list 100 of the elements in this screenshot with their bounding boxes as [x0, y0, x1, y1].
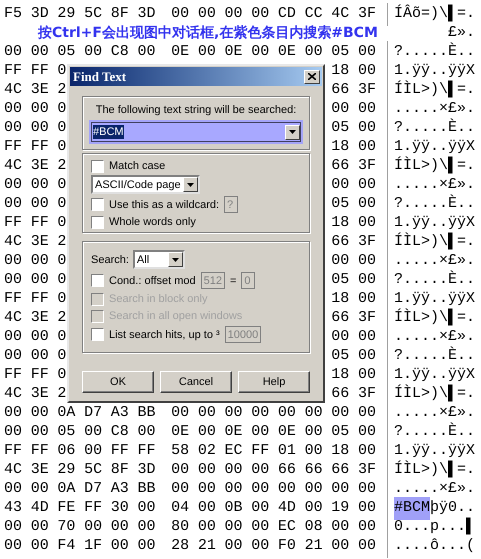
- hex-byte: FF: [4, 62, 22, 80]
- hex-byte: EC: [278, 518, 296, 536]
- checkbox[interactable]: [91, 160, 104, 172]
- hex-byte: FE: [57, 499, 76, 516]
- hex-byte: 0A: [57, 404, 76, 422]
- hex-byte: 00: [251, 43, 270, 60]
- hex-byte: 66: [278, 461, 296, 478]
- hex-byte: 0: [57, 328, 66, 346]
- hex-byte: 00: [358, 271, 376, 288]
- hex-byte: FF: [30, 290, 49, 308]
- hex-byte: 00: [198, 518, 216, 536]
- hex-byte: 00: [358, 290, 376, 308]
- hex-byte: 29: [57, 461, 76, 478]
- checkbox[interactable]: [91, 198, 104, 211]
- hex-byte: 00: [4, 176, 22, 194]
- hex-byte: 0E: [278, 43, 296, 60]
- hex-byte: 66: [331, 81, 350, 98]
- ascii-text: þÿ0..: [430, 498, 476, 518]
- hex-byte: 05: [57, 43, 76, 60]
- hex-byte: 00: [30, 119, 49, 136]
- ascii-text: ?.....È..: [394, 346, 476, 366]
- hex-byte: 5C: [84, 461, 102, 478]
- hex-byte: 0: [57, 252, 66, 270]
- hex-byte: 2: [57, 157, 66, 174]
- hex-byte: 43: [4, 499, 22, 516]
- hex-byte: 00: [331, 176, 350, 194]
- checkbox-label: Match case: [109, 159, 166, 173]
- hex-byte: 00: [331, 252, 350, 270]
- hex-byte: 00: [198, 461, 216, 478]
- hex-byte: 00: [358, 423, 376, 440]
- ascii-text: .....×£».: [394, 99, 476, 118]
- hex-byte: 2: [57, 309, 66, 326]
- hex-byte: 00: [358, 518, 376, 536]
- hex-byte: 05: [331, 43, 350, 60]
- dialog-button[interactable]: Cancel: [160, 371, 232, 393]
- hex-byte: 4C: [4, 309, 22, 326]
- close-icon: [308, 73, 316, 80]
- hex-byte: 00: [137, 423, 156, 440]
- hex-byte: 00: [4, 43, 22, 60]
- ascii-text: ÍÂõ=)\▌=.: [394, 4, 476, 24]
- hex-byte: 3E: [30, 157, 49, 174]
- hex-byte: 00: [137, 499, 156, 516]
- checkbox[interactable]: [91, 216, 104, 228]
- ascii-text: ?.....È..: [394, 194, 476, 214]
- hex-byte: 0: [57, 271, 66, 288]
- ascii-text: ?.....È..: [394, 42, 476, 62]
- hex-byte: 00: [4, 537, 22, 554]
- hex-byte: 4C: [4, 157, 22, 174]
- checkbox-label: List search hits, up to ³: [109, 328, 220, 342]
- hex-byte: 00: [198, 480, 216, 498]
- hex-byte: 05: [57, 423, 76, 440]
- hex-byte: FF: [30, 442, 49, 460]
- ascii-text: ÍÌL>)\▌=.: [394, 308, 476, 328]
- hex-byte: 00: [331, 537, 350, 554]
- checkbox[interactable]: [91, 274, 104, 287]
- hex-byte: FF: [4, 366, 22, 384]
- hex-byte: 00: [358, 100, 376, 118]
- hex-byte: 00: [358, 138, 376, 156]
- hex-byte: FF: [4, 138, 22, 156]
- hex-byte: 00: [224, 480, 243, 498]
- hex-byte: 00: [84, 43, 102, 60]
- hex-byte: 21: [304, 537, 323, 554]
- hex-byte: 0E: [224, 43, 243, 60]
- hex-byte: 00: [84, 518, 102, 536]
- hex-byte: 1F: [84, 537, 102, 554]
- hex-byte: 66: [331, 157, 350, 174]
- hex-byte: 00: [251, 404, 270, 422]
- dialog-button[interactable]: OK: [82, 371, 154, 393]
- hex-byte: 00: [358, 62, 376, 80]
- hex-byte: 00: [137, 43, 156, 60]
- hex-byte: 3F: [358, 385, 376, 402]
- hex-byte: 00: [30, 537, 49, 554]
- ascii-text: .....×£».: [394, 251, 476, 270]
- hex-byte: 00: [198, 5, 216, 22]
- ascii-text: ÍÌL>)\▌=.: [394, 232, 476, 252]
- hex-byte: 05: [331, 271, 350, 288]
- dialog-button[interactable]: Help: [238, 371, 310, 393]
- hex-byte: 00: [4, 252, 22, 270]
- hex-byte: 00: [331, 518, 350, 536]
- hex-byte: 30: [110, 499, 129, 516]
- hex-byte: 00: [224, 518, 243, 536]
- hex-byte: 00: [224, 537, 243, 554]
- hex-byte: FF: [110, 442, 129, 460]
- hex-byte: 66: [331, 233, 350, 250]
- hex-byte: 0: [57, 214, 66, 232]
- dropdown[interactable]: All: [132, 250, 185, 269]
- ascii-text: ?.....È..: [394, 270, 476, 290]
- hex-byte: 00: [331, 404, 350, 422]
- close-button[interactable]: [304, 70, 320, 84]
- hex-byte: 00: [358, 480, 376, 498]
- hex-byte: 00: [251, 423, 270, 440]
- hex-byte: 3D: [137, 5, 156, 22]
- checkbox-label: Cond.: offset mod: [109, 274, 196, 288]
- hex-byte: 2: [57, 385, 66, 402]
- hex-byte: 4C: [4, 385, 22, 402]
- search-combobox[interactable]: #BCM: [91, 122, 301, 142]
- dropdown[interactable]: ASCII/Code page: [91, 175, 200, 194]
- hex-byte: 3F: [358, 5, 376, 22]
- checkbox[interactable]: [91, 328, 104, 341]
- hex-byte: 18: [331, 290, 350, 308]
